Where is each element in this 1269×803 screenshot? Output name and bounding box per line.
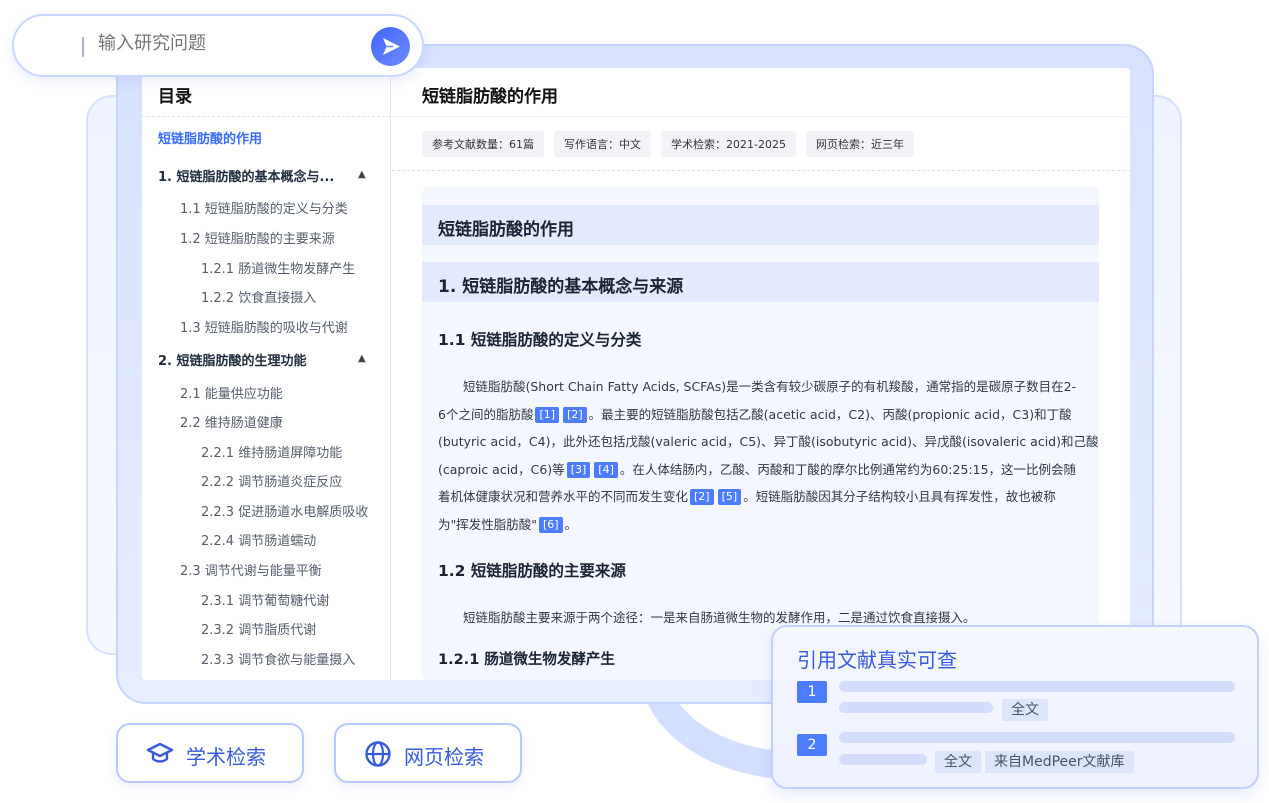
toc-item[interactable]: 2.2.4 调节肠道蠕动: [201, 530, 316, 549]
paragraph-line: 为"挥发性脂肪酸" [6]。: [438, 516, 578, 533]
paragraph-line: 短链脂肪酸(Short Chain Fatty Acids, SCFAs)是一类…: [463, 379, 1077, 394]
paragraph-line: 6个之间的脂肪酸 [1] [2] 。最主要的短链脂肪酸包括乙酸(acetic acid…: [438, 406, 1072, 423]
paragraph-line: (butyric acid，C4)，此外还包括戊酸(valeric acid，C…: [438, 434, 1099, 449]
globe-icon: [365, 741, 391, 767]
toc-item[interactable]: 1. 短链脂肪酸的基本概念与...: [158, 166, 334, 185]
divider: [392, 170, 1130, 171]
academic-search-button[interactable]: 学术检索: [116, 723, 304, 783]
toc-root-item[interactable]: 短链脂肪酸的作用: [158, 128, 262, 147]
toc-item[interactable]: 1.2.2 饮食直接摄入: [201, 287, 316, 306]
toc-item[interactable]: 2.3.3 调节食欲与能量摄入: [201, 649, 355, 668]
placeholder-line: [839, 702, 993, 713]
text-cursor: [82, 37, 84, 57]
toc-item[interactable]: 2.2.2 调节肠道炎症反应: [201, 471, 342, 490]
paragraph-line: (caproic acid，C6)等 [3] [4] 。在人体结肠内，乙酸、丙酸和丁酸…: [438, 461, 1077, 478]
citation-link[interactable]: [4]: [594, 461, 618, 478]
article-body: 短链脂肪酸的作用 1. 短链脂肪酸的基本概念与来源 1.1 短链脂肪酸的定义与分…: [422, 187, 1099, 680]
paragraph-line: 着机体健康状况和营养水平的不同而发生变化 [2] [5] 。短链脂肪酸因其分子结构较小…: [438, 489, 1056, 505]
meta-tag-language: 写作语言：中文: [554, 131, 651, 157]
card-title: 引用文献真实可查: [797, 648, 957, 672]
toc-sidebar: 目录 短链脂肪酸的作用 1. 短链脂肪酸的基本概念与... ▲ 1.1 短链脂肪…: [142, 68, 391, 680]
send-arrow-icon: [383, 38, 400, 55]
collapse-caret-icon[interactable]: ▲: [358, 353, 366, 364]
toc-title: 目录: [158, 87, 192, 107]
toc-item[interactable]: 2.3.1 调节葡萄糖代谢: [201, 590, 329, 609]
subsection-heading: 1.2 短链脂肪酸的主要来源: [438, 562, 626, 580]
paragraph: 短链脂肪酸(Short Chain Fatty Acids, SCFAs)是一类…: [438, 373, 1099, 538]
toc-item[interactable]: 2.2.3 促进肠道水电解质吸收: [201, 501, 368, 520]
citation-link[interactable]: [5]: [717, 489, 742, 505]
toc-item[interactable]: 2.3.2 调节脂质代谢: [201, 619, 316, 638]
research-question-search: [12, 14, 424, 77]
subsection-heading: 1.2.1 肠道微生物发酵产生: [438, 652, 615, 668]
toc-item[interactable]: 2.1 能量供应功能: [180, 383, 283, 402]
citation-number: 1: [797, 681, 827, 703]
academic-search-label: 学术检索: [186, 745, 266, 769]
citation-link[interactable]: [2]: [690, 489, 714, 505]
toc-item[interactable]: 2.2 维持肠道健康: [180, 412, 283, 431]
divider: [392, 116, 1130, 117]
placeholder-line: [839, 754, 927, 765]
web-search-label: 网页检索: [404, 745, 484, 769]
toc-item[interactable]: 2.3 调节代谢与能量平衡: [180, 560, 322, 579]
app-window: 目录 短链脂肪酸的作用 1. 短链脂肪酸的基本概念与... ▲ 1.1 短链脂肪…: [142, 68, 1130, 680]
document-meta-tags: 参考文献数量：61篇 写作语言：中文 学术检索：2021-2025 网页检索：近…: [422, 131, 914, 157]
source-library-tag: 来自MedPeer文献库: [985, 751, 1134, 773]
heading-band: 短链脂肪酸的作用: [422, 205, 1099, 245]
toc-item[interactable]: 1.2.1 肠道微生物发酵产生: [201, 258, 355, 277]
meta-tag-web-range: 网页检索：近三年: [805, 131, 914, 157]
toc-item[interactable]: 1.1 短链脂肪酸的定义与分类: [180, 198, 348, 217]
article-heading: 短链脂肪酸的作用: [438, 220, 574, 240]
placeholder-line: [839, 681, 1235, 692]
citation-number: 2: [797, 734, 827, 756]
citation-link[interactable]: [3]: [566, 461, 591, 478]
toc-item[interactable]: 2. 短链脂肪酸的生理功能: [158, 350, 307, 369]
full-text-tag[interactable]: 全文: [1002, 699, 1048, 721]
subsection-heading: 1.1 短链脂肪酸的定义与分类: [438, 331, 642, 349]
divider: [142, 116, 390, 117]
toc-item[interactable]: 1.2 短链脂肪酸的主要来源: [180, 228, 335, 247]
meta-tag-references: 参考文献数量：61篇: [422, 131, 544, 157]
toc-item[interactable]: 2.2.1 维持肠道屏障功能: [201, 442, 342, 461]
research-question-input[interactable]: [98, 33, 358, 54]
web-search-button[interactable]: 网页检索: [334, 723, 522, 783]
document-title: 短链脂肪酸的作用: [422, 87, 558, 107]
document-pane: 短链脂肪酸的作用 参考文献数量：61篇 写作语言：中文 学术检索：2021-20…: [392, 68, 1130, 680]
meta-tag-academic-range: 学术检索：2021-2025: [661, 131, 796, 157]
collapse-caret-icon[interactable]: ▲: [358, 169, 366, 180]
graduation-cap-icon: [146, 742, 174, 763]
citation-link[interactable]: [6]: [539, 516, 563, 533]
placeholder-line: [839, 732, 1235, 743]
citation-link[interactable]: [2]: [563, 406, 587, 423]
section-heading: 1. 短链脂肪酸的基本概念与来源: [438, 277, 684, 297]
citation-link[interactable]: [1]: [535, 406, 560, 423]
citation-verification-card: 引用文献真实可查 1 全文 2 全文 来自MedPeer文献库: [771, 625, 1259, 789]
heading-band: 1. 短链脂肪酸的基本概念与来源: [422, 262, 1099, 302]
send-button[interactable]: [371, 27, 410, 66]
toc-item[interactable]: 1.3 短链脂肪酸的吸收与代谢: [180, 317, 348, 336]
full-text-tag[interactable]: 全文: [935, 751, 981, 773]
